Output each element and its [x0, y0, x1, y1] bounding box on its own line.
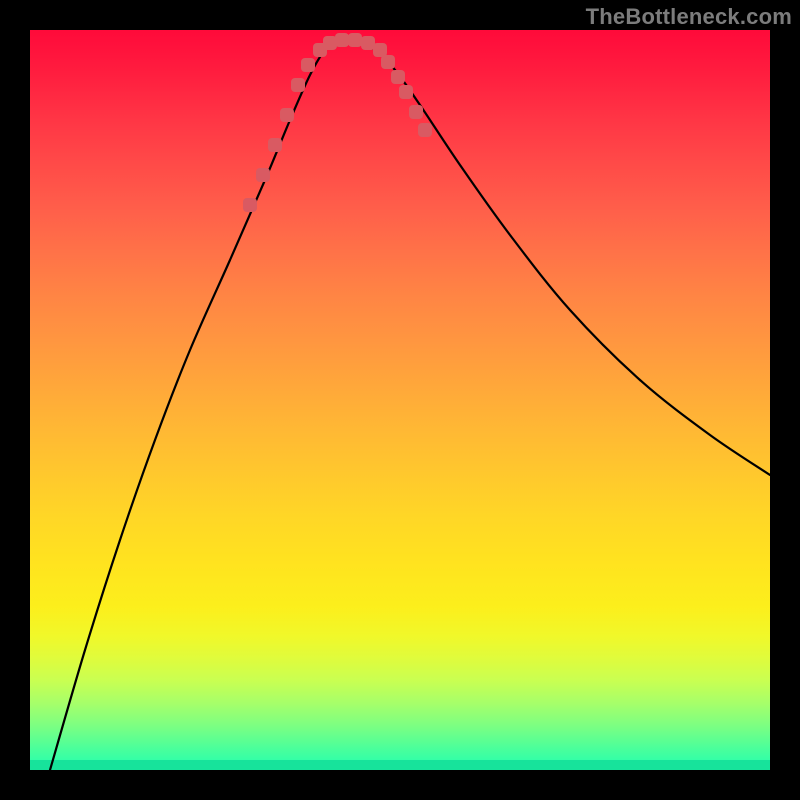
marker-point: [348, 33, 362, 47]
marker-point: [335, 33, 349, 47]
marker-point: [418, 123, 432, 137]
marker-point: [373, 43, 387, 57]
marker-point: [280, 108, 294, 122]
marker-point: [409, 105, 423, 119]
bottleneck-curve: [50, 39, 770, 770]
chart-svg: [30, 30, 770, 770]
marker-point: [381, 55, 395, 69]
marker-point: [268, 138, 282, 152]
marker-point: [301, 58, 315, 72]
marker-point: [291, 78, 305, 92]
marker-point: [399, 85, 413, 99]
marker-point: [256, 168, 270, 182]
watermark-text: TheBottleneck.com: [586, 4, 792, 30]
plot-area: [30, 30, 770, 770]
chart-stage: TheBottleneck.com: [0, 0, 800, 800]
highlight-markers: [243, 33, 432, 212]
marker-point: [323, 36, 337, 50]
marker-point: [243, 198, 257, 212]
marker-point: [361, 36, 375, 50]
marker-point: [391, 70, 405, 84]
